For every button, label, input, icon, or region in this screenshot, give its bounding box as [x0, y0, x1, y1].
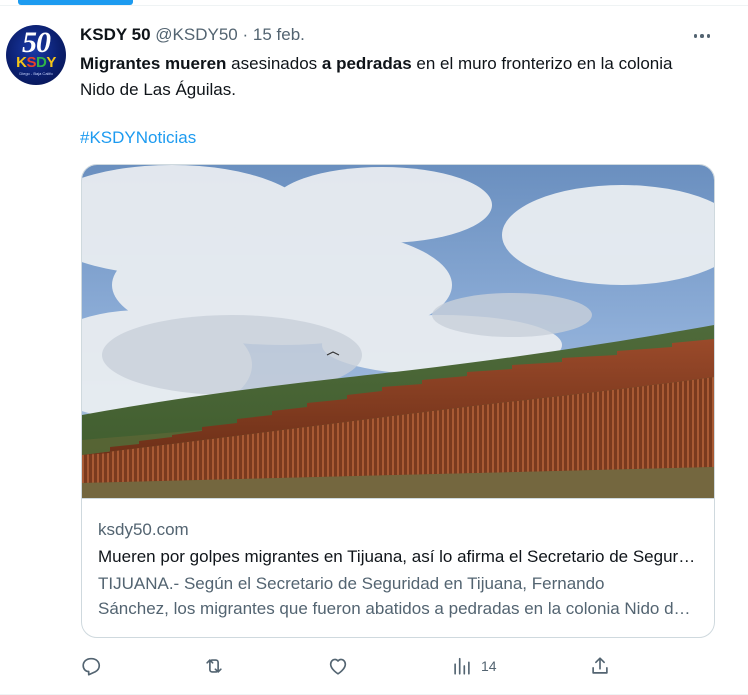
- avatar[interactable]: 50 KSDY Diego - Baja Califo: [6, 25, 66, 85]
- retweet-icon: [206, 659, 222, 673]
- views-chart-icon: [454, 657, 470, 675]
- avatar-number: 50: [22, 26, 51, 59]
- tweet-text-bold: Migrantes mueren: [80, 54, 227, 73]
- like-button[interactable]: [327, 652, 357, 680]
- card-domain: ksdy50.com: [98, 520, 189, 539]
- more-options-button[interactable]: [690, 26, 714, 46]
- card-image[interactable]: [82, 165, 714, 499]
- card-description: Sánchez, los migrantes que fueron abatid…: [98, 599, 698, 618]
- reply-button[interactable]: [80, 652, 110, 680]
- more-horizontal-icon: [693, 34, 698, 38]
- share-icon: [592, 657, 608, 674]
- separator-dot: ·: [242, 25, 249, 44]
- avatar-callsign: KSDY: [16, 54, 56, 71]
- display-name[interactable]: KSDY 50: [80, 25, 151, 44]
- border-wall-photo: [82, 165, 714, 498]
- tweet-text-regular: asesinados: [226, 54, 322, 73]
- tweet-text: Migrantes mueren asesinados a pedradas e…: [80, 51, 710, 103]
- retweet-button[interactable]: [203, 652, 233, 680]
- card-description: TIJUANA.- Según el Secretario de Segurid…: [98, 574, 605, 593]
- card-title: Mueren por golpes migrantes en Tijuana, …: [98, 547, 698, 566]
- share-button[interactable]: [589, 652, 611, 680]
- views-count: 14: [481, 658, 497, 674]
- views-button[interactable]: 14: [451, 652, 497, 680]
- heart-icon: [329, 658, 347, 675]
- tweet-text-bold: a pedradas: [321, 54, 412, 73]
- link-card[interactable]: ksdy50.com Mueren por golpes migrantes e…: [81, 164, 715, 638]
- tweet-date[interactable]: 15 feb.: [253, 25, 305, 44]
- tweet-header: KSDY 50 @KSDY50 · 15 feb.: [80, 24, 305, 46]
- user-handle[interactable]: @KSDY50: [155, 25, 237, 44]
- hashtag-link[interactable]: #KSDYNoticias: [80, 125, 196, 151]
- reply-icon: [82, 657, 101, 676]
- divider: [0, 5, 748, 6]
- avatar-tagline: Diego - Baja Califo: [19, 71, 53, 76]
